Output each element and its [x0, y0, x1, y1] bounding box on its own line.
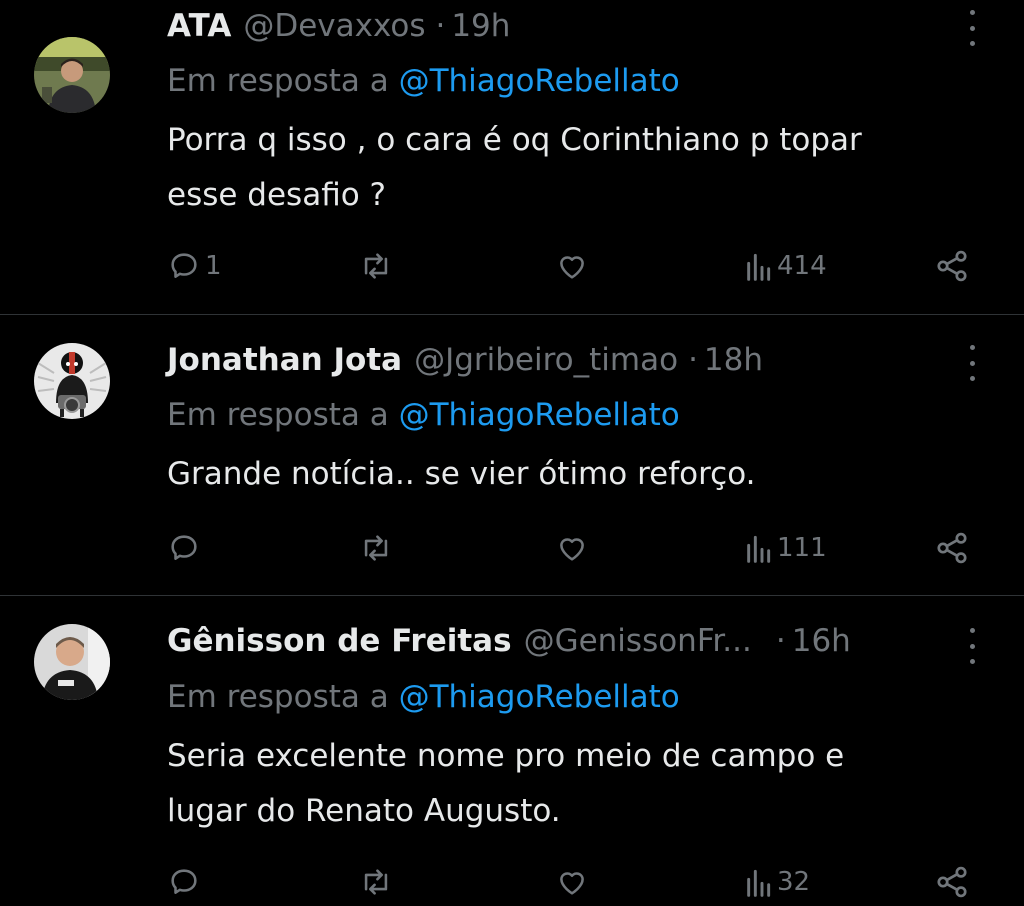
user-handle[interactable]: @GenissonFr... [524, 619, 752, 663]
views-button[interactable]: 111 [743, 526, 827, 570]
views-chart-icon [747, 253, 771, 281]
mention-link[interactable]: @ThiagoRebellato [399, 63, 680, 99]
reply-header: ATA @Devaxxos · 19h [167, 4, 934, 48]
views-button[interactable]: 414 [743, 244, 827, 288]
reply-item[interactable]: Gênisson de Freitas @GenissonFr... · 16h… [0, 596, 1024, 906]
reply-button[interactable] [167, 526, 205, 570]
reply-text-line: esse desafio ? [167, 177, 386, 213]
reply-item[interactable]: Jonathan Jota @Jgribeiro_timao · 18h Em … [0, 315, 1024, 596]
like-button[interactable] [554, 244, 590, 288]
views-button[interactable]: 32 [743, 860, 810, 904]
repost-icon [364, 869, 388, 895]
user-handle[interactable]: @Jgribeiro_timao [414, 338, 678, 382]
share-icon [937, 532, 967, 564]
separator: · [435, 8, 446, 44]
reply-button[interactable]: 1 [167, 244, 222, 288]
heart-icon [560, 872, 584, 895]
action-bar: 32 [167, 860, 987, 904]
action-bar: 111 [167, 526, 987, 570]
more-options-icon[interactable] [964, 628, 980, 664]
reply-text-line: Seria excelente nome pro meio de campo e [167, 738, 845, 774]
separator: · [775, 623, 786, 659]
reply-item[interactable]: ATA @Devaxxos · 19h Em resposta a @Thiag… [0, 0, 1024, 315]
display-name[interactable]: Jonathan Jota [167, 338, 402, 382]
like-button[interactable] [554, 526, 590, 570]
user-handle[interactable]: @Devaxxos [243, 4, 425, 48]
repost-button[interactable] [357, 860, 395, 904]
replies-feed: ATA @Devaxxos · 19h Em resposta a @Thiag… [0, 0, 1024, 906]
share-button[interactable] [934, 860, 970, 904]
avatar[interactable] [34, 37, 110, 113]
share-icon [937, 250, 967, 282]
repost-button[interactable] [357, 526, 395, 570]
action-bar: 1 414 [167, 244, 987, 288]
views-count: 111 [777, 533, 827, 563]
reply-header: Jonathan Jota @Jgribeiro_timao · 18h [167, 338, 934, 382]
avatar[interactable] [34, 624, 110, 700]
views-chart-icon [747, 535, 771, 563]
repost-icon [364, 535, 388, 561]
heart-icon [560, 538, 584, 561]
reply-icon [171, 535, 197, 560]
separator: · [688, 342, 698, 378]
reply-text: Porra q isso , o cara é oq Corinthiano p… [167, 113, 987, 223]
views-chart-icon [747, 869, 771, 897]
timestamp[interactable]: 18h [704, 338, 763, 382]
views-count: 414 [777, 251, 827, 281]
like-button[interactable] [554, 860, 590, 904]
share-icon [937, 866, 967, 898]
in-reply-to: Em resposta a @ThiagoRebellato [167, 393, 680, 437]
avatar[interactable] [34, 343, 110, 419]
reply-text-line: Grande notícia.. se vier ótimo reforço. [167, 456, 756, 492]
reply-button[interactable] [167, 860, 205, 904]
share-button[interactable] [934, 244, 970, 288]
in-reply-label: Em resposta a [167, 397, 389, 433]
repost-icon [364, 253, 388, 279]
reply-count: 1 [205, 251, 222, 281]
timestamp[interactable]: 16h [792, 619, 851, 663]
reply-icon [171, 869, 197, 894]
mention-link[interactable]: @ThiagoRebellato [399, 397, 680, 433]
reply-header: Gênisson de Freitas @GenissonFr... · 16h [167, 619, 934, 663]
display-name[interactable]: ATA [167, 4, 231, 48]
reply-text-line: lugar do Renato Augusto. [167, 793, 561, 829]
reply-text: Grande notícia.. se vier ótimo reforço. [167, 447, 987, 502]
share-button[interactable] [934, 526, 970, 570]
in-reply-to: Em resposta a @ThiagoRebellato [167, 59, 680, 103]
mention-link[interactable]: @ThiagoRebellato [399, 679, 680, 715]
display-name[interactable]: Gênisson de Freitas [167, 619, 512, 663]
reply-icon [171, 253, 197, 278]
timestamp[interactable]: 19h [451, 4, 510, 48]
in-reply-to: Em resposta a @ThiagoRebellato [167, 675, 680, 719]
reply-text: Seria excelente nome pro meio de campo e… [167, 729, 987, 839]
repost-button[interactable] [357, 244, 395, 288]
heart-icon [560, 256, 584, 279]
reply-text-line: Porra q isso , o cara é oq Corinthiano p… [167, 122, 862, 158]
in-reply-label: Em resposta a [167, 679, 389, 715]
more-options-icon[interactable] [964, 10, 980, 46]
in-reply-label: Em resposta a [167, 63, 389, 99]
views-count: 32 [777, 867, 811, 897]
more-options-icon[interactable] [964, 345, 980, 381]
